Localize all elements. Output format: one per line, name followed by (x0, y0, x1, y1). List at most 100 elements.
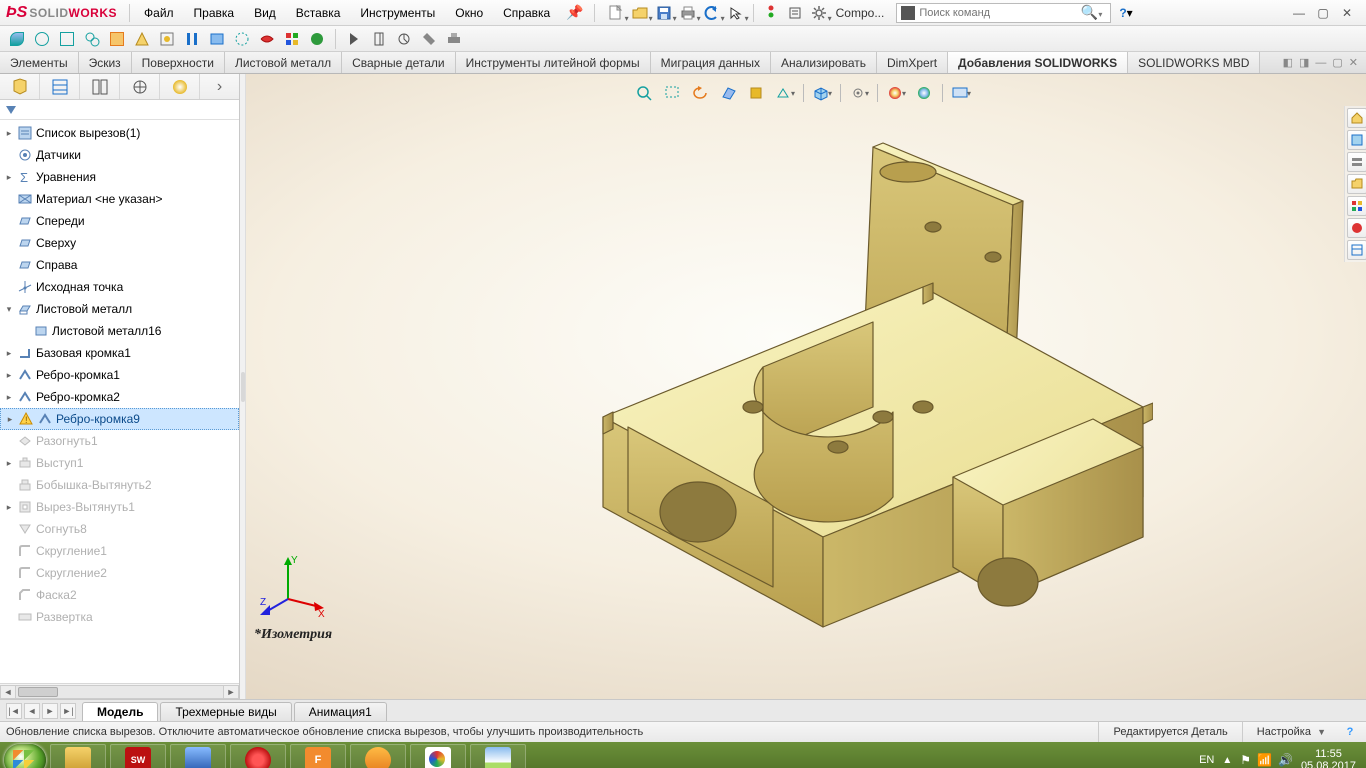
tray-show-hidden-icon[interactable]: ▲ (1222, 755, 1232, 766)
tp-resources-icon[interactable] (1347, 130, 1366, 150)
feature-node[interactable]: ▸Сверху (0, 232, 239, 254)
hud-dview-icon[interactable] (745, 82, 769, 104)
taskbar-solidworks[interactable]: SW (110, 744, 166, 768)
tp-view-palette-icon[interactable] (1347, 196, 1366, 216)
tp-design-lib-icon[interactable] (1347, 152, 1366, 172)
tab-mold-tools[interactable]: Инструменты литейной формы (456, 52, 651, 73)
fm-tab-dimxpert[interactable] (120, 74, 160, 99)
scroll-left-icon[interactable]: ◄ (0, 685, 16, 699)
doc-close-icon[interactable]: ✕ (1349, 56, 1358, 69)
tab-3d-views[interactable]: Трехмерные виды (160, 702, 291, 721)
tp-appearances-icon[interactable] (1347, 218, 1366, 238)
menu-view[interactable]: Вид (244, 0, 286, 25)
expander-icon[interactable]: ▸ (4, 502, 14, 512)
tab-animation[interactable]: Анимация1 (294, 702, 387, 721)
tool-icon-15[interactable] (368, 28, 390, 50)
doc-next-icon[interactable]: ◨ (1299, 56, 1309, 69)
tool-icon-11[interactable] (256, 28, 278, 50)
feature-node[interactable]: ▸Вырез-Вытянуть1 (0, 496, 239, 518)
tab-sheet-metal[interactable]: Листовой металл (225, 52, 342, 73)
help-icon[interactable]: ?▾ (1119, 6, 1145, 20)
feature-node[interactable]: ▸Разогнуть1 (0, 430, 239, 452)
hud-view-settings-icon[interactable]: ▾ (949, 82, 973, 104)
menu-window[interactable]: Окно (445, 0, 493, 25)
expander-icon[interactable]: ▸ (4, 172, 14, 182)
fm-tab-config[interactable] (80, 74, 120, 99)
fm-tab-feature[interactable] (0, 74, 40, 99)
expander-icon[interactable]: ▸ (4, 370, 14, 380)
search-input[interactable] (919, 7, 1077, 19)
tree-h-scrollbar[interactable]: ◄ ► (0, 683, 239, 699)
taskbar-explorer[interactable] (50, 744, 106, 768)
tab-sketch[interactable]: Эскиз (79, 52, 132, 73)
tool-icon-8[interactable] (181, 28, 203, 50)
maximize-button[interactable]: ▢ (1312, 4, 1334, 22)
feature-node[interactable]: ▾Листовой металл (0, 298, 239, 320)
menu-edit[interactable]: Правка (184, 0, 245, 25)
tool-icon-5[interactable] (106, 28, 128, 50)
tool-icon-17[interactable] (418, 28, 440, 50)
tab-mbd[interactable]: SOLIDWORKS MBD (1128, 52, 1260, 73)
rebuild-icon[interactable] (760, 3, 782, 23)
hud-scene-icon[interactable] (912, 82, 936, 104)
hud-appearance-icon[interactable]: ▾ (884, 82, 908, 104)
graphics-viewport[interactable]: ▾ ▾ ▾ ▾ ▾ (240, 74, 1366, 699)
feature-filter-row[interactable] (0, 100, 239, 120)
tab-dimxpert[interactable]: DimXpert (877, 52, 948, 73)
open-doc-icon[interactable]: ▾ (629, 3, 651, 23)
view-next-icon[interactable]: ► (42, 703, 58, 719)
component-label[interactable]: Compo... (832, 6, 889, 20)
feature-node[interactable]: ▸Скругление1 (0, 540, 239, 562)
feature-node[interactable]: ▸Согнуть8 (0, 518, 239, 540)
menu-insert[interactable]: Вставка (286, 0, 351, 25)
tool-icon-1[interactable] (6, 28, 28, 50)
status-help-icon[interactable]: ? (1340, 726, 1360, 738)
feature-node[interactable]: ▸Спереди (0, 210, 239, 232)
expander-icon[interactable]: ▸ (4, 348, 14, 358)
tool-icon-13[interactable] (306, 28, 328, 50)
menu-help[interactable]: Справка (493, 0, 560, 25)
feature-node[interactable]: ▸Базовая кромка1 (0, 342, 239, 364)
feature-node[interactable]: ▸Материал <не указан> (0, 188, 239, 210)
menu-file[interactable]: Файл (134, 0, 184, 25)
tool-icon-6[interactable] (131, 28, 153, 50)
feature-node[interactable]: ▸Фаска2 (0, 584, 239, 606)
feature-node[interactable]: ▸Список вырезов(1) (0, 122, 239, 144)
close-button[interactable]: ✕ (1336, 4, 1358, 22)
tab-addins[interactable]: Добавления SOLIDWORKS (948, 52, 1128, 73)
tool-icon-3[interactable] (56, 28, 78, 50)
view-first-icon[interactable]: |◄ (6, 703, 22, 719)
expander-icon[interactable]: ▾ (4, 304, 14, 314)
tab-surfaces[interactable]: Поверхности (132, 52, 225, 73)
doc-minimize-icon[interactable]: — (1315, 57, 1326, 69)
feature-node[interactable]: ▸Выступ1 (0, 452, 239, 474)
feature-node[interactable]: ▸Ребро-кромка1 (0, 364, 239, 386)
save-icon[interactable]: ▾ (653, 3, 675, 23)
feature-node[interactable]: ▸Скругление2 (0, 562, 239, 584)
doc-restore-icon[interactable]: ▢ (1332, 56, 1342, 69)
feature-node[interactable]: ▸Исходная точка (0, 276, 239, 298)
taskbar-opera[interactable] (230, 744, 286, 768)
settings-gear-icon[interactable]: ▾ (808, 3, 830, 23)
tray-language[interactable]: EN (1199, 754, 1214, 766)
pane-splitter[interactable] (240, 74, 246, 699)
minimize-button[interactable]: — (1288, 4, 1310, 22)
fm-tab-more[interactable]: › (200, 74, 239, 99)
pin-icon[interactable]: 📌 (560, 4, 589, 21)
tab-elements[interactable]: Элементы (0, 52, 79, 73)
taskbar-fusion[interactable]: F (290, 744, 346, 768)
taskbar-calculator[interactable] (170, 744, 226, 768)
feature-node[interactable]: ▸Датчики (0, 144, 239, 166)
hud-prev-view-icon[interactable] (689, 82, 713, 104)
expander-icon[interactable]: ▸ (4, 128, 14, 138)
hud-hide-show-icon[interactable]: ▾ (847, 82, 871, 104)
status-custom[interactable]: Настройка ▼ (1242, 722, 1340, 742)
scroll-right-icon[interactable]: ► (223, 685, 239, 699)
tp-custom-props-icon[interactable] (1347, 240, 1366, 260)
feature-node[interactable]: ▸Справа (0, 254, 239, 276)
tool-icon-2[interactable] (31, 28, 53, 50)
tool-icon-7[interactable] (156, 28, 178, 50)
undo-icon[interactable]: ▾ (701, 3, 723, 23)
hud-zoom-area-icon[interactable] (661, 82, 685, 104)
start-button[interactable] (4, 744, 46, 768)
